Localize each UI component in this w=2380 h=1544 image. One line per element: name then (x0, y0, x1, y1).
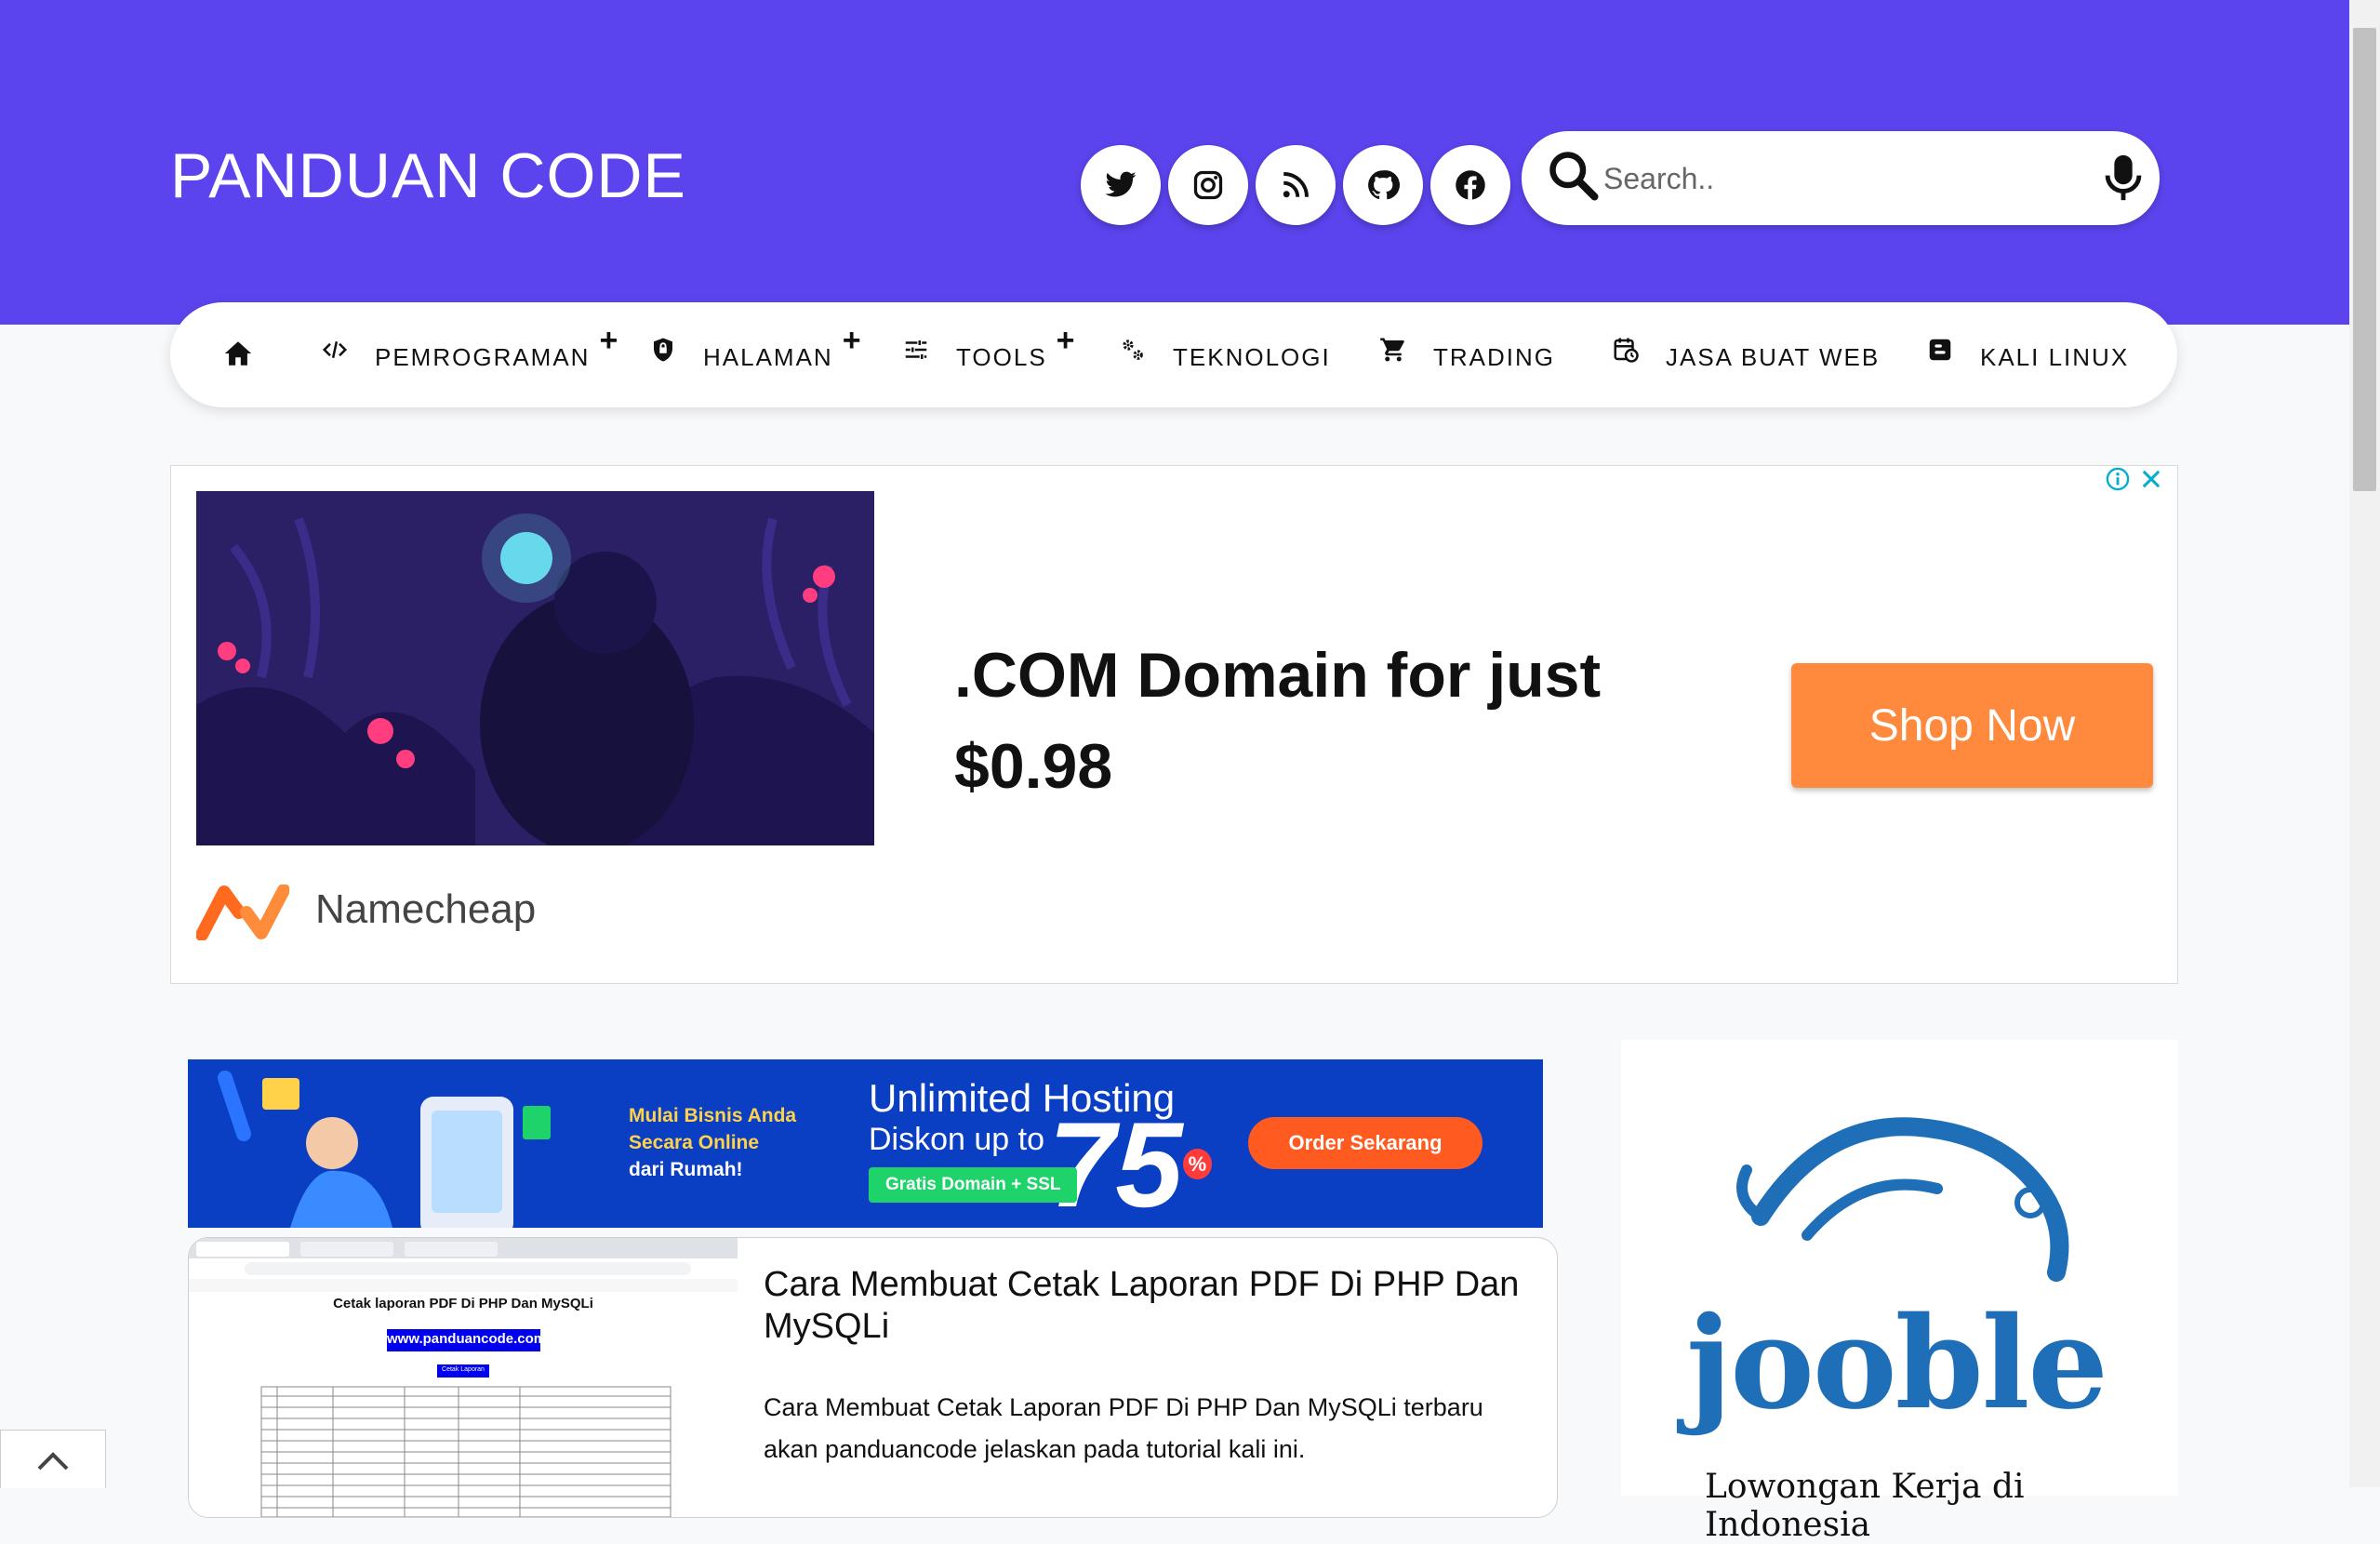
nav-pemrograman[interactable]: PEMROGRAMAN + (321, 323, 619, 372)
nav-label: KALI LINUX (1980, 343, 2130, 371)
nav-label: PEMROGRAMAN (375, 343, 591, 371)
nav-home[interactable] (222, 336, 280, 369)
ad-gorilla-illustration (196, 491, 874, 845)
facebook-button[interactable] (1430, 145, 1510, 225)
jooble-brand-text: jooble (1686, 1289, 2108, 1438)
ad-info-icon[interactable] (2105, 466, 2131, 492)
hosting-ad-banner[interactable]: Mulai Bisnis Anda Secara Online dari Rum… (188, 1059, 1543, 1228)
nav-label: TEKNOLOGI (1173, 343, 1331, 371)
banner-illustration (218, 1071, 551, 1228)
submenu-plus-icon: + (842, 323, 863, 358)
code-icon (322, 340, 348, 359)
page-scrollbar[interactable] (2349, 0, 2380, 1487)
home-icon (224, 341, 252, 366)
discount-percent: % (1182, 1149, 1213, 1179)
gears-icon (1123, 339, 1143, 360)
chevron-up-icon (37, 1452, 69, 1471)
thumbnail-button: Cetak Laporan (442, 1366, 485, 1373)
social-links (1081, 145, 1510, 225)
search-bar (1522, 131, 2160, 225)
search-icon[interactable] (1546, 148, 1602, 204)
facebook-icon (1456, 170, 1485, 200)
thumbnail-heading: Cetak laporan PDF Di PHP Dan MySQLi (333, 1296, 593, 1311)
nav-halaman[interactable]: HALAMAN + (649, 323, 863, 372)
order-now-button[interactable]: Order Sekarang (1248, 1117, 1483, 1169)
nav-jasa-buat-web[interactable]: JASA BUAT WEB (1612, 336, 1880, 372)
microphone-icon[interactable] (2096, 148, 2150, 207)
post-card[interactable]: Cetak laporan PDF Di PHP Dan MySQLi www.… (188, 1237, 1558, 1518)
site-title[interactable]: PANDUAN CODE (170, 140, 686, 212)
thumbnail-url: www.panduancode.com (387, 1331, 547, 1347)
search-input[interactable] (1602, 152, 2052, 206)
github-icon (1368, 170, 1400, 200)
discount-number: 75 (1048, 1097, 1183, 1228)
rss-button[interactable] (1256, 145, 1336, 225)
twitter-icon (1105, 171, 1137, 197)
post-excerpt: Cara Membuat Cetak Laporan PDF Di PHP Da… (764, 1393, 1483, 1463)
blogger-icon (1929, 339, 1951, 361)
site-header: PANDUAN CODE (0, 0, 2349, 325)
banner-badge: Gratis Domain + SSL (869, 1167, 1078, 1203)
post-title[interactable]: Cara Membuat Cetak Laporan PDF Di PHP Da… (764, 1264, 1526, 1348)
banner-tagline-line: dari Rumah! (629, 1159, 743, 1180)
namecheap-logo-icon (196, 885, 289, 940)
shield-icon (654, 338, 672, 362)
twitter-button[interactable] (1081, 145, 1161, 225)
jooble-brand: jooble (1686, 1300, 2108, 1427)
banner-tagline-line: Secara Online (629, 1132, 760, 1153)
submenu-plus-icon: + (599, 323, 620, 358)
nav-trading[interactable]: TRADING (1379, 336, 1555, 372)
sliders-icon (905, 340, 927, 359)
thumbnail-browser-screenshot (189, 1238, 738, 1517)
calendar-clock-icon (1614, 338, 1639, 363)
jooble-ad[interactable]: jooble Lowongan Kerja di Indonesia (1621, 1040, 2178, 1544)
ad-close-icon[interactable] (2138, 466, 2164, 492)
namecheap-ad[interactable]: .COM Domain for just $0.98 Shop Now Name… (170, 465, 2178, 984)
ad-controls (2105, 466, 2164, 492)
rss-icon (1283, 172, 1309, 198)
github-button[interactable] (1343, 145, 1423, 225)
nav-label: HALAMAN (703, 343, 833, 371)
scrollbar-thumb[interactable] (2353, 28, 2376, 491)
post-thumbnail[interactable]: Cetak laporan PDF Di PHP Dan MySQLi www.… (189, 1238, 738, 1517)
banner-tagline: Mulai Bisnis Anda Secara Online dari Rum… (629, 1102, 796, 1183)
scroll-to-top-button[interactable] (0, 1430, 106, 1488)
instagram-icon (1193, 170, 1223, 200)
nav-kali-linux[interactable]: KALI LINUX (1926, 336, 2129, 372)
cart-icon (1380, 338, 1404, 362)
banner-discount: 75% (1048, 1104, 1213, 1225)
main-navigation: PEMROGRAMAN + HALAMAN + TOOLS + TEKNOLOG… (170, 302, 2177, 407)
shop-now-button[interactable]: Shop Now (1791, 663, 2153, 788)
instagram-button[interactable] (1168, 145, 1248, 225)
jooble-tagline: Lowongan Kerja di Indonesia (1705, 1468, 2025, 1544)
nav-label: TOOLS (956, 343, 1047, 371)
nav-label: TRADING (1433, 343, 1555, 371)
nav-tools[interactable]: TOOLS + (902, 323, 1077, 372)
nav-teknologi[interactable]: TEKNOLOGI (1119, 336, 1331, 372)
nav-label: JASA BUAT WEB (1666, 343, 1881, 371)
ad-headline: .COM Domain for just $0.98 (954, 640, 1602, 802)
submenu-plus-icon: + (1056, 323, 1077, 358)
ad-brand-name: Namecheap (315, 886, 537, 932)
banner-tagline-line: Mulai Bisnis Anda (629, 1105, 797, 1126)
